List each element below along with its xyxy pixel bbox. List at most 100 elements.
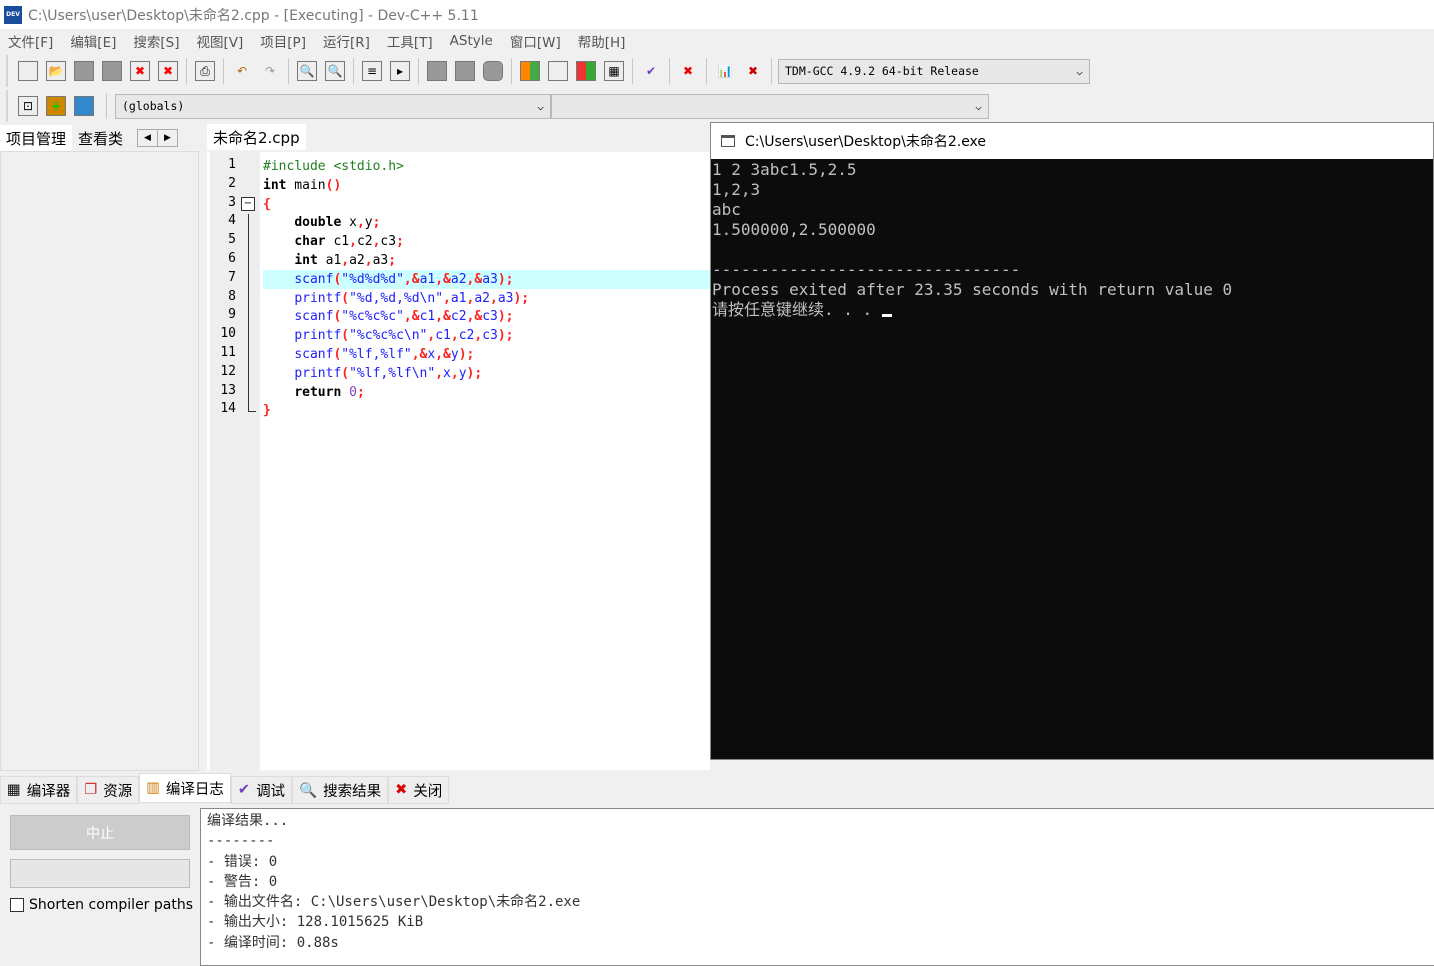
code-token: , <box>435 365 444 381</box>
code-line[interactable]: printf("%d,%d,%d\n",a1,a2,a3); <box>263 289 710 308</box>
code-token: ,& <box>403 271 420 287</box>
menu-help[interactable]: 帮助[H] <box>578 31 626 51</box>
undo-icon[interactable]: ↶ <box>232 61 252 81</box>
code-token: c1 <box>435 328 451 344</box>
indent-icon[interactable]: ▸ <box>390 61 410 81</box>
menu-window[interactable]: 窗口[W] <box>510 31 561 51</box>
code-token: ( <box>341 328 350 344</box>
redo-icon[interactable]: ↷ <box>260 61 280 81</box>
forward-icon[interactable] <box>455 61 475 81</box>
tab-classes[interactable]: 查看类 <box>72 125 129 151</box>
code-line[interactable]: int main() <box>263 176 710 195</box>
code-token: c2 <box>450 309 467 325</box>
menu-astyle[interactable]: AStyle <box>450 33 493 49</box>
goto-line-icon[interactable]: ≡ <box>362 61 382 81</box>
save-all-icon[interactable] <box>102 61 122 81</box>
tab-label: 调试 <box>256 783 286 800</box>
tab-close[interactable]: ✖ 关闭 <box>388 776 450 804</box>
compile-log[interactable]: 编译结果... -------- - 错误: 0 - 警告: 0 - 输出文件名: C:… <box>200 808 1434 966</box>
profile-delete-icon[interactable]: ✖ <box>743 61 763 81</box>
abort-button[interactable]: 中止 <box>10 815 190 850</box>
code-token: a2 <box>349 253 365 268</box>
tab-search-results[interactable]: 🔍 搜索结果 <box>292 776 389 804</box>
code-line[interactable]: printf("%c%c%c\n",c1,c2,c3); <box>263 326 710 345</box>
chart-icon[interactable]: 📊 <box>715 61 735 81</box>
menu-project[interactable]: 项目[P] <box>260 31 306 51</box>
menu-edit[interactable]: 编辑[E] <box>70 31 116 51</box>
code-token: x <box>341 215 357 231</box>
chevron-down-icon: ⌵ <box>975 99 982 113</box>
editor-tab[interactable]: 未命名2.cpp <box>207 124 306 150</box>
code-line[interactable]: scanf("%lf,%lf",&x,&y); <box>263 345 710 364</box>
code-line[interactable]: return 0; <box>263 383 710 402</box>
code-line[interactable]: char c1,c2,c3; <box>263 232 710 251</box>
insert-icon[interactable]: ⊡ <box>18 96 38 116</box>
tab-resources[interactable]: ❐ 资源 <box>77 776 140 804</box>
tab-compiler[interactable]: ▦ 编译器 <box>0 776 78 804</box>
bookmark-icon[interactable] <box>483 61 503 81</box>
tab-project[interactable]: 项目管理 <box>0 125 73 151</box>
code-line[interactable]: scanf("%d%d%d",&a1,&a2,&a3); <box>263 269 710 289</box>
save-icon[interactable] <box>74 61 94 81</box>
menu-run[interactable]: 运行[R] <box>323 31 370 51</box>
code-line[interactable]: { <box>263 195 710 214</box>
code-line[interactable]: double x,y; <box>263 213 710 232</box>
print-icon[interactable]: ⎙ <box>195 61 215 81</box>
code-token: ); <box>466 365 483 381</box>
replace-icon[interactable]: 🔍 <box>325 61 345 81</box>
code-line[interactable]: int a1,a2,a3; <box>263 251 710 270</box>
menu-tools[interactable]: 工具[T] <box>387 31 433 51</box>
line-number: 13 <box>220 382 236 398</box>
code-token: #include <stdio.h> <box>263 159 404 174</box>
code-token: a2 <box>450 271 467 287</box>
code-token: int <box>294 253 318 268</box>
menu-search[interactable]: 搜索[S] <box>133 31 179 51</box>
code-line[interactable]: scanf("%c%c%c",&c1,&c2,&c3); <box>263 307 710 326</box>
fold-collapse-icon[interactable]: − <box>241 196 255 211</box>
code-editor[interactable]: 1 2 3 4 5 6 7 8 9 10 11 12 13 14− #include <stdio.h> i… <box>207 152 710 770</box>
tab-debug[interactable]: ✔ 调试 <box>230 776 293 804</box>
menu-view[interactable]: 视图[V] <box>197 31 244 51</box>
add-icon[interactable]: + <box>46 96 66 116</box>
scope-select[interactable]: (globals) ⌵ <box>115 93 551 119</box>
code-token: "%lf,%lf\n" <box>349 365 436 381</box>
open-file-icon[interactable]: 📂 <box>46 61 66 81</box>
members-select[interactable]: ⌵ <box>551 93 989 119</box>
chevron-down-icon: ⌵ <box>537 99 544 113</box>
compile-icon[interactable] <box>520 61 540 81</box>
code-line[interactable]: } <box>263 401 710 420</box>
scroll-left-icon[interactable]: ◀ <box>138 130 158 146</box>
check-syntax-icon[interactable]: ✔ <box>641 61 661 81</box>
console-line: Process exited after 23.35 seconds with … <box>712 280 1233 299</box>
code-line[interactable]: #include <stdio.h> <box>263 157 710 176</box>
new-file-icon[interactable] <box>18 61 38 81</box>
toggle-icon[interactable] <box>74 96 94 116</box>
run-icon[interactable] <box>548 61 568 81</box>
compiler-value: TDM-GCC 4.9.2 64-bit Release <box>785 64 979 78</box>
code-line[interactable]: printf("%lf,%lf\n",x,y); <box>263 364 710 383</box>
shorten-paths-label: Shorten compiler paths <box>29 897 194 913</box>
code-token: ,& <box>466 271 483 287</box>
code-token: ; <box>372 215 381 231</box>
close-file-icon[interactable]: ✖ <box>130 61 150 81</box>
compiler-select[interactable]: TDM-GCC 4.9.2 64-bit Release ⌵ <box>778 58 1090 84</box>
code-token: return <box>294 384 342 400</box>
stop-execution-icon[interactable]: ✖ <box>678 61 698 81</box>
find-icon[interactable]: 🔍 <box>297 61 317 81</box>
rebuild-icon[interactable]: ▦ <box>604 61 624 81</box>
scroll-right-icon[interactable]: ▶ <box>158 130 177 146</box>
menu-file[interactable]: 文件[F] <box>8 31 53 51</box>
console-window[interactable]: C:\Users\user\Desktop\未命名2.exe 1 2 3abc1… <box>710 122 1434 760</box>
close-all-icon[interactable]: ✖ <box>158 61 178 81</box>
line-number: 14 <box>220 401 236 417</box>
shorten-paths-checkbox[interactable] <box>10 898 24 912</box>
back-icon[interactable] <box>427 61 447 81</box>
shorten-paths-option[interactable]: Shorten compiler paths <box>10 897 193 913</box>
tab-compile-log[interactable]: ▥ 编译日志 <box>139 773 231 803</box>
compile-run-icon[interactable] <box>576 61 596 81</box>
console-line: 1.500000,2.500000 <box>712 220 876 239</box>
